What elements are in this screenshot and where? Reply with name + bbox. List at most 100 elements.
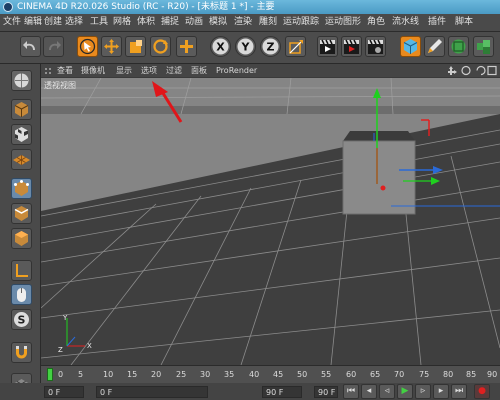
menu-animate[interactable]: 动画 (185, 14, 203, 31)
go-to-start-icon: ⏮ (346, 386, 356, 396)
prev-key-button[interactable]: ◂ (361, 384, 377, 399)
subdivision-surface-button[interactable] (448, 36, 469, 57)
move-tool-button[interactable] (101, 36, 122, 57)
end-frame-field[interactable]: 90 F (262, 386, 302, 398)
svg-text:X: X (216, 41, 225, 54)
clapper-icon (320, 39, 335, 54)
menu-sculpt[interactable]: 雕刻 (259, 14, 277, 31)
menu-file[interactable]: 文件 (3, 14, 21, 31)
cube-primitive-button[interactable] (400, 36, 421, 57)
viewport-grip-icon (45, 68, 51, 74)
go-to-start-button[interactable]: ⏮ (343, 384, 359, 399)
menu-mesh[interactable]: 网格 (113, 14, 131, 31)
workplane-mode-button[interactable] (11, 149, 32, 170)
menu-select[interactable]: 选择 (65, 14, 83, 31)
window-title: CINEMA 4D R20.026 Studio (RC - R20) - [未… (17, 2, 275, 12)
menu-character[interactable]: 角色 (367, 14, 385, 31)
redo-button[interactable] (43, 36, 64, 57)
timeline-ruler[interactable]: 0 5 10 15 20 25 30 35 40 45 50 55 60 65 … (41, 365, 500, 383)
go-to-end-button[interactable]: ⏭ (451, 384, 467, 399)
pen-tool-button[interactable] (424, 36, 445, 57)
orbit-icon[interactable] (476, 65, 486, 76)
magnet-button[interactable] (11, 342, 32, 363)
timeline-tick: 5 (78, 370, 84, 379)
viewport-menu-cameras[interactable]: 摄像机 (81, 64, 105, 77)
coordinate-system-button[interactable] (285, 36, 306, 57)
menu-tools[interactable]: 工具 (90, 14, 108, 31)
rotate-icon (153, 39, 168, 54)
viewport-menu-filter[interactable]: 过滤 (166, 64, 182, 77)
current-frame-field[interactable]: 0 F (96, 386, 208, 398)
menu-simulate[interactable]: 模拟 (209, 14, 227, 31)
timeline-tick: 75 (419, 370, 430, 379)
prev-key-icon: ◂ (366, 386, 372, 396)
perspective-viewport[interactable]: Y X Z (41, 78, 500, 365)
x-axis-icon: X (212, 38, 229, 55)
maximize-view-icon[interactable] (487, 65, 497, 76)
y-axis-icon: Y (237, 38, 254, 55)
cloner-button[interactable] (473, 36, 494, 57)
start-frame-field[interactable]: 0 F (44, 386, 84, 398)
viewport-menu-display[interactable]: 显示 (116, 64, 132, 77)
select-tool-button[interactable] (77, 36, 98, 57)
make-editable-button[interactable] (11, 70, 32, 91)
points-mode-button[interactable] (11, 178, 32, 199)
polygons-mode-button[interactable] (11, 228, 32, 249)
go-to-end-icon: ⏭ (454, 386, 464, 396)
texture-mode-button[interactable] (11, 124, 32, 145)
timeline-playhead[interactable] (47, 368, 53, 381)
menu-edit[interactable]: 编辑 (24, 14, 42, 31)
workplane-grid-icon (13, 155, 30, 165)
model-cube-icon (14, 102, 29, 117)
snapping-button[interactable]: S (11, 309, 32, 330)
menu-motion-tracking[interactable]: 运动跟踪 (283, 14, 319, 31)
viewport-label: 透视视图 (44, 81, 76, 90)
timeline-tick: 15 (127, 370, 138, 379)
menu-script[interactable]: 脚本 (455, 14, 473, 31)
x-axis-lock-button[interactable]: X (210, 36, 231, 57)
pan-icon[interactable] (448, 66, 457, 75)
render-settings-button[interactable] (365, 36, 386, 57)
cloner-icon (477, 40, 490, 54)
viewport-navigation[interactable] (448, 65, 498, 76)
svg-text:Z: Z (267, 41, 275, 54)
add-tool-button[interactable] (176, 36, 197, 57)
model-mode-button[interactable] (11, 99, 32, 120)
menu-snap[interactable]: 捕捉 (161, 14, 179, 31)
timeline-tick: 85 (466, 370, 477, 379)
svg-text:Z: Z (58, 346, 63, 354)
rotate-tool-button[interactable] (150, 36, 171, 57)
undo-button[interactable] (20, 36, 41, 57)
zoom-icon[interactable] (461, 65, 471, 76)
viewport-menu-view[interactable]: 查看 (57, 64, 73, 77)
edges-cube-icon (14, 206, 29, 221)
menu-pipeline[interactable]: 流水线 (392, 14, 419, 31)
coordinate-system-icon (289, 40, 303, 54)
edges-mode-button[interactable] (11, 203, 32, 224)
record-button[interactable]: ● (474, 384, 490, 399)
prev-frame-button[interactable]: ◃ (379, 384, 395, 399)
menu-volume[interactable]: 体积 (137, 14, 155, 31)
z-axis-lock-button[interactable]: Z (260, 36, 281, 57)
render-view-button[interactable] (317, 36, 338, 57)
preview-end-field[interactable]: 90 F (314, 386, 338, 398)
render-to-picture-viewer-button[interactable] (341, 36, 362, 57)
axis-mode-button[interactable] (11, 260, 32, 281)
viewport-menu-options[interactable]: 选项 (141, 64, 157, 77)
menu-render[interactable]: 渲染 (234, 14, 252, 31)
cube-object[interactable] (342, 131, 416, 215)
menu-mograph[interactable]: 运动图形 (325, 14, 361, 31)
move-icon (104, 39, 119, 54)
next-frame-button[interactable]: ▹ (415, 384, 431, 399)
tweak-mode-button[interactable] (11, 284, 32, 305)
menu-create[interactable]: 创建 (44, 14, 62, 31)
next-key-button[interactable]: ▸ (433, 384, 449, 399)
viewport-menu-panel[interactable]: 面板 (191, 64, 207, 77)
scale-tool-button[interactable] (125, 36, 146, 57)
play-button[interactable]: ▶ (397, 384, 413, 399)
prev-frame-icon: ◃ (384, 386, 390, 396)
viewport-menu-prorender[interactable]: ProRender (216, 64, 257, 77)
y-axis-lock-button[interactable]: Y (235, 36, 256, 57)
timeline-tick: 55 (321, 370, 332, 379)
menu-plugins[interactable]: 插件 (428, 14, 446, 31)
